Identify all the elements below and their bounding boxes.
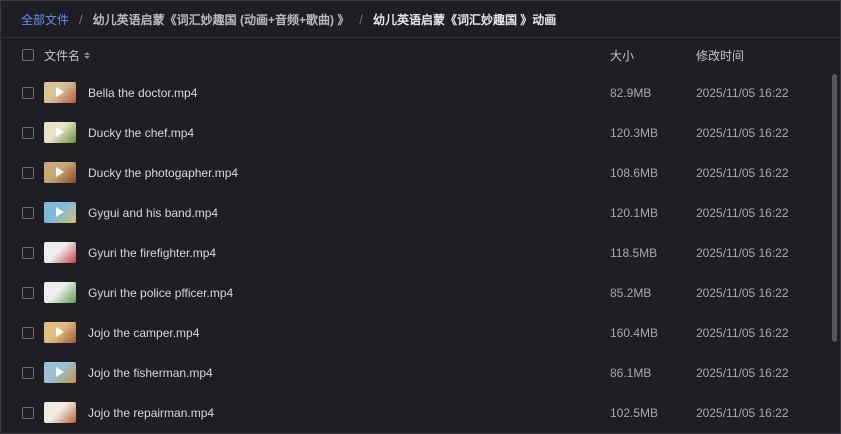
- sort-icon[interactable]: [84, 51, 91, 59]
- file-modified-time: 2025/11/05 16:22: [696, 326, 789, 340]
- file-row[interactable]: Gyuri the police pfficer.mp4 85.2MB 2025/1…: [1, 273, 824, 313]
- breadcrumb-current-folder: 幼儿英语启蒙《词汇妙趣国 》动画: [372, 13, 557, 27]
- file-size: 120.1MB: [610, 206, 659, 220]
- play-icon: [56, 327, 64, 337]
- video-thumbnail[interactable]: [44, 322, 76, 343]
- video-thumbnail[interactable]: [44, 362, 76, 383]
- file-row[interactable]: Gygui and his band.mp4 120.1MB 2025/11/05 …: [1, 193, 824, 233]
- file-name[interactable]: Jojo the fisherman.mp4: [88, 353, 213, 393]
- file-row-checkbox[interactable]: [22, 207, 34, 219]
- file-row[interactable]: Ducky the photogapher.mp4 108.6MB 2025/11/…: [1, 153, 824, 193]
- video-thumbnail[interactable]: [44, 162, 76, 183]
- file-modified-time: 2025/11/05 16:22: [696, 366, 789, 380]
- file-row[interactable]: Jojo the repairman.mp4 102.5MB 2025/11/05 …: [1, 393, 824, 433]
- file-name[interactable]: Gygui and his band.mp4: [88, 193, 218, 233]
- column-header-size[interactable]: 大小: [610, 38, 634, 72]
- file-name[interactable]: Ducky the chef.mp4: [88, 113, 194, 153]
- file-row[interactable]: Bella the doctor.mp4 82.9MB 2025/11/05 16:…: [1, 73, 824, 113]
- video-thumbnail[interactable]: [44, 202, 76, 223]
- file-row-checkbox[interactable]: [22, 247, 34, 259]
- file-browser-panel: 全部文件 / 幼儿英语启蒙《词汇妙趣国 (动画+音频+歌曲) 》 / 幼儿英语启…: [0, 0, 841, 434]
- file-row[interactable]: Jojo the camper.mp4 160.4MB 2025/11/05 16:…: [1, 313, 824, 353]
- select-all-checkbox[interactable]: [22, 49, 34, 61]
- file-modified-time: 2025/11/05 16:22: [696, 246, 789, 260]
- breadcrumb-separator: /: [359, 12, 363, 27]
- file-size: 120.3MB: [610, 126, 659, 140]
- file-modified-time: 2025/11/05 16:22: [696, 86, 789, 100]
- file-name[interactable]: Gyuri the police pfficer.mp4: [88, 273, 233, 313]
- breadcrumb-separator: /: [79, 12, 83, 27]
- video-thumbnail[interactable]: [44, 242, 76, 263]
- breadcrumb: 全部文件 / 幼儿英语启蒙《词汇妙趣国 (动画+音频+歌曲) 》 / 幼儿英语启…: [21, 1, 556, 38]
- play-icon: [56, 127, 64, 137]
- file-name[interactable]: Ducky the photogapher.mp4: [88, 153, 238, 193]
- file-row[interactable]: Gyuri the firefighter.mp4 118.5MB 2025/11/…: [1, 233, 824, 273]
- file-size: 85.2MB: [610, 286, 652, 300]
- file-list: Bella the doctor.mp4 82.9MB 2025/11/05 16:…: [1, 73, 824, 433]
- file-size: 160.4MB: [610, 326, 659, 340]
- video-thumbnail[interactable]: [44, 282, 76, 303]
- file-modified-time: 2025/11/05 16:22: [696, 286, 789, 300]
- video-thumbnail[interactable]: [44, 82, 76, 103]
- file-row[interactable]: Jojo the fisherman.mp4 86.1MB 2025/11/05 1…: [1, 353, 824, 393]
- file-name[interactable]: Jojo the camper.mp4: [88, 313, 199, 353]
- file-name[interactable]: Bella the doctor.mp4: [88, 73, 197, 113]
- file-row[interactable]: Ducky the chef.mp4 120.3MB 2025/11/05 16:2…: [1, 113, 824, 153]
- file-row-checkbox[interactable]: [22, 327, 34, 339]
- file-size: 82.9MB: [610, 86, 652, 100]
- scrollbar-thumb[interactable]: [832, 74, 837, 342]
- file-modified-time: 2025/11/05 16:22: [696, 406, 789, 420]
- video-thumbnail[interactable]: [44, 402, 76, 423]
- file-modified-time: 2025/11/05 16:22: [696, 126, 789, 140]
- file-modified-time: 2025/11/05 16:22: [696, 206, 789, 220]
- file-modified-time: 2025/11/05 16:22: [696, 166, 789, 180]
- video-thumbnail[interactable]: [44, 122, 76, 143]
- file-size: 118.5MB: [610, 246, 658, 260]
- file-name[interactable]: Jojo the repairman.mp4: [88, 393, 214, 433]
- file-name[interactable]: Gyuri the firefighter.mp4: [88, 233, 216, 273]
- file-size: 86.1MB: [610, 366, 652, 380]
- play-icon: [56, 167, 64, 177]
- breadcrumb-root-link[interactable]: 全部文件: [21, 11, 69, 28]
- file-row-checkbox[interactable]: [22, 287, 34, 299]
- file-row-checkbox[interactable]: [22, 87, 34, 99]
- column-header-name[interactable]: 文件名: [44, 38, 91, 72]
- table-header: 文件名 大小 修改时间: [1, 38, 840, 72]
- file-size: 108.6MB: [610, 166, 659, 180]
- file-row-checkbox[interactable]: [22, 167, 34, 179]
- column-header-modified[interactable]: 修改时间: [696, 38, 744, 72]
- play-icon: [56, 207, 64, 217]
- file-row-checkbox[interactable]: [22, 407, 34, 419]
- play-icon: [56, 367, 64, 377]
- file-row-checkbox[interactable]: [22, 367, 34, 379]
- file-size: 102.5MB: [610, 406, 659, 420]
- column-header-name-label: 文件名: [44, 48, 81, 63]
- file-row-checkbox[interactable]: [22, 127, 34, 139]
- play-icon: [56, 87, 64, 97]
- breadcrumb-parent-link[interactable]: 幼儿英语启蒙《词汇妙趣国 (动画+音频+歌曲) 》: [93, 11, 350, 28]
